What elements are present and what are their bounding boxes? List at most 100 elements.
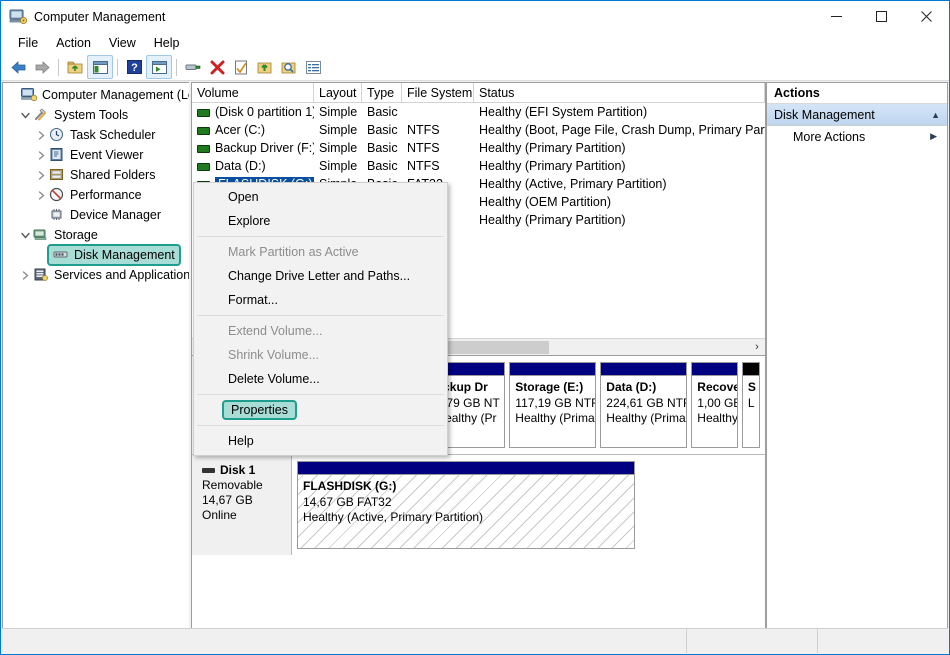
table-row[interactable]: Acer (C:) Simple Basic NTFS Healthy (Boo… xyxy=(192,121,765,139)
context-format[interactable]: Format... xyxy=(194,288,447,312)
chevron-down-icon[interactable] xyxy=(17,107,33,123)
show-action-pane-icon[interactable] xyxy=(146,55,172,79)
cell-status: Healthy (Primary Partition) xyxy=(479,213,626,227)
volume-icon xyxy=(197,108,210,117)
actions-group-label: Disk Management xyxy=(774,107,875,122)
tree-item-shared-folders[interactable]: Shared Folders xyxy=(3,165,189,185)
context-properties-label: Properties xyxy=(222,400,297,420)
show-console-tree-icon[interactable] xyxy=(87,55,113,79)
cell-layout: Simple xyxy=(319,105,358,119)
menu-help[interactable]: Help xyxy=(145,34,189,52)
partition-size: 14,67 GB FAT32 xyxy=(303,494,392,509)
chevron-down-icon[interactable] xyxy=(17,227,33,243)
tree-label: Device Manager xyxy=(70,208,162,222)
tree-item-system-tools[interactable]: System Tools xyxy=(3,105,189,125)
computer-management-icon xyxy=(9,8,28,26)
chevron-right-icon[interactable] xyxy=(33,127,49,143)
column-header-status[interactable]: Status xyxy=(474,83,765,102)
partition-status: Healthy (Primar xyxy=(606,411,687,425)
action-more-actions[interactable]: More Actions ▶ xyxy=(767,126,947,147)
forward-icon[interactable] xyxy=(30,56,54,78)
main-panes: Computer Management (Local System xyxy=(2,82,948,653)
scroll-right-arrow[interactable]: › xyxy=(749,339,765,355)
cell-volume: Backup Driver (F:) xyxy=(215,141,314,155)
menu-file[interactable]: File xyxy=(9,34,47,52)
tree-item-computer-management[interactable]: Computer Management (Local xyxy=(3,85,189,105)
table-row[interactable]: (Disk 0 partition 1) Simple Basic Health… xyxy=(192,103,765,121)
partition-block[interactable]: Recove 1,00 GB Healthy xyxy=(691,362,738,448)
column-header-file-system[interactable]: File System xyxy=(402,83,474,102)
actions-title: Actions xyxy=(767,83,947,104)
column-header-type[interactable]: Type xyxy=(362,83,402,102)
partition-block-unallocated[interactable]: S L xyxy=(741,362,760,448)
tree-item-event-viewer[interactable]: Event Viewer xyxy=(3,145,189,165)
export-list-icon[interactable] xyxy=(253,56,277,78)
partition-label: FLASHDISK (G:) xyxy=(303,479,397,493)
table-row[interactable]: Backup Driver (F:) Simple Basic NTFS Hea… xyxy=(192,139,765,157)
tree-item-services-and-applications[interactable]: Services and Applications xyxy=(3,265,189,285)
properties-icon[interactable] xyxy=(229,56,253,78)
context-shrink-volume: Shrink Volume... xyxy=(228,348,320,362)
tree-item-storage[interactable]: Storage xyxy=(3,225,189,245)
tree-scroll-area: Computer Management (Local System xyxy=(3,83,189,635)
table-row[interactable]: Data (D:) Simple Basic NTFS Healthy (Pri… xyxy=(192,157,765,175)
partition-label: Recove xyxy=(697,380,737,394)
computer-icon xyxy=(21,87,38,103)
volume-icon xyxy=(197,144,210,153)
context-delete-volume[interactable]: Delete Volume... xyxy=(194,367,447,391)
up-one-level-icon[interactable] xyxy=(63,56,87,78)
tree-item-disk-management[interactable]: Disk Management xyxy=(3,244,189,266)
cell-volume: Data (D:) xyxy=(215,159,266,173)
context-help[interactable]: Help xyxy=(194,429,447,453)
column-header-volume[interactable]: Volume xyxy=(192,83,314,102)
context-properties[interactable]: Properties xyxy=(194,398,447,422)
cell-status: Healthy (OEM Partition) xyxy=(479,195,611,209)
help-icon[interactable]: ? xyxy=(122,56,146,78)
status-cell-1 xyxy=(686,629,817,653)
close-button[interactable] xyxy=(904,1,949,32)
delete-icon[interactable] xyxy=(205,56,229,78)
toolbar-separator xyxy=(58,58,59,76)
chevron-up-icon[interactable]: ▲ xyxy=(931,110,940,120)
cell-type: Basic xyxy=(367,105,398,119)
cell-file-system: NTFS xyxy=(407,141,440,155)
chevron-right-icon[interactable] xyxy=(17,267,33,283)
cell-file-system: NTFS xyxy=(407,159,440,173)
rescan-disks-icon[interactable] xyxy=(181,56,205,78)
back-icon[interactable] xyxy=(6,56,30,78)
partition-size: L xyxy=(747,395,755,410)
partition-block[interactable]: Storage (E:) 117,19 GB NTF Healthy (Prim… xyxy=(509,362,597,448)
partition-status: Healthy (Prima xyxy=(515,411,595,425)
partition-block-flashdisk[interactable]: FLASHDISK (G:) 14,67 GB FAT32 Healthy (A… xyxy=(297,461,635,549)
menu-action[interactable]: Action xyxy=(47,34,100,52)
disk-info-1[interactable]: Disk 1 Removable 14,67 GB Online xyxy=(192,455,292,555)
partition-cap xyxy=(510,363,596,376)
maximize-button[interactable] xyxy=(859,1,904,32)
chevron-right-icon[interactable]: ▶ xyxy=(930,131,937,142)
find-icon[interactable] xyxy=(277,56,301,78)
context-change-drive-letter[interactable]: Change Drive Letter and Paths... xyxy=(194,264,447,288)
minimize-button[interactable] xyxy=(814,1,859,32)
context-open[interactable]: Open xyxy=(194,185,447,209)
cell-status: Healthy (Primary Partition) xyxy=(479,141,626,155)
services-icon xyxy=(33,267,50,283)
actions-group-disk-management[interactable]: Disk Management ▲ xyxy=(767,104,947,126)
chevron-right-icon[interactable] xyxy=(33,187,49,203)
list-view-icon[interactable] xyxy=(301,56,325,78)
tree-label: Task Scheduler xyxy=(70,128,156,142)
partition-block[interactable]: Data (D:) 224,61 GB NTFS Healthy (Primar xyxy=(600,362,688,448)
context-explore[interactable]: Explore xyxy=(194,209,447,233)
menu-separator xyxy=(197,315,444,316)
menu-view[interactable]: View xyxy=(100,34,145,52)
cell-status: Healthy (Primary Partition) xyxy=(479,159,626,173)
column-header-layout[interactable]: Layout xyxy=(314,83,362,102)
chevron-right-icon[interactable] xyxy=(33,147,49,163)
chevron-right-icon[interactable] xyxy=(33,167,49,183)
tree-item-performance[interactable]: Performance xyxy=(3,185,189,205)
tree-label: Shared Folders xyxy=(70,168,156,182)
event-viewer-icon xyxy=(49,147,66,163)
partition-size: 117,19 GB NTF xyxy=(515,395,596,410)
tree-item-device-manager[interactable]: Device Manager xyxy=(3,205,189,225)
tree-item-task-scheduler[interactable]: Task Scheduler xyxy=(3,125,189,145)
performance-icon xyxy=(49,187,66,203)
